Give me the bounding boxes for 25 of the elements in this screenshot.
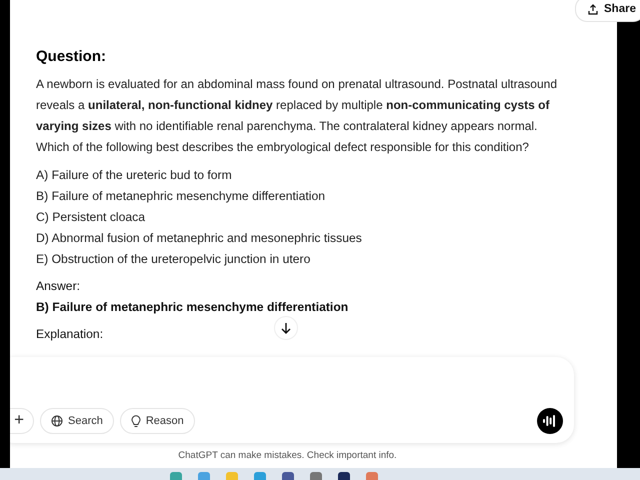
disclaimer-text: ChatGPT can make mistakes. Check important info. xyxy=(177,450,398,461)
answer-option: A) Failure of the ureteric bud to form xyxy=(36,165,566,186)
explanation-label: Explanation: xyxy=(36,326,104,343)
down-arrow-icon xyxy=(280,322,292,334)
taskbar-app-icon[interactable] xyxy=(282,472,294,480)
reason-button[interactable]: Reason xyxy=(120,408,195,434)
scroll-down-button[interactable] xyxy=(274,316,298,340)
answer-text: B) Failure of metanephric mesenchyme differentiation xyxy=(36,299,350,316)
question-heading: Question: xyxy=(36,47,107,67)
answer-option: D) Abnormal fusion of metanephric and mesonephric tissues xyxy=(36,228,566,249)
answer-label: Answer: xyxy=(36,278,82,295)
globe-icon xyxy=(51,415,63,427)
share-button[interactable]: Share xyxy=(575,0,640,22)
question-text: A newborn is evaluated for an abdominal mass found on prenatal ultrasound. Postnatal ultrasound reveals a unilateral, non-functional kidney replaced by multiple non-communicating cysts of varying sizes with no identifiable renal parenchyma. The contralateral kidney appears normal. Which of the following best describes the embryological defect responsible for this condition? xyxy=(36,76,558,156)
lightbulb-icon xyxy=(130,414,141,428)
answer-option: C) Persistent cloaca xyxy=(36,207,566,228)
answer-option: B) Failure of metanephric mesenchyme differentiation xyxy=(36,186,566,207)
share-icon xyxy=(588,4,598,14)
voice-button[interactable] xyxy=(537,408,563,434)
taskbar-app-icon[interactable] xyxy=(338,472,350,480)
message-composer[interactable]: + Search Reason xyxy=(10,357,574,443)
search-button[interactable]: Search xyxy=(40,408,114,434)
waveform-icon xyxy=(543,415,557,427)
add-button[interactable]: + xyxy=(10,408,34,434)
answer-option: E) Obstruction of the ureteropelvic junction in utero xyxy=(36,249,566,270)
